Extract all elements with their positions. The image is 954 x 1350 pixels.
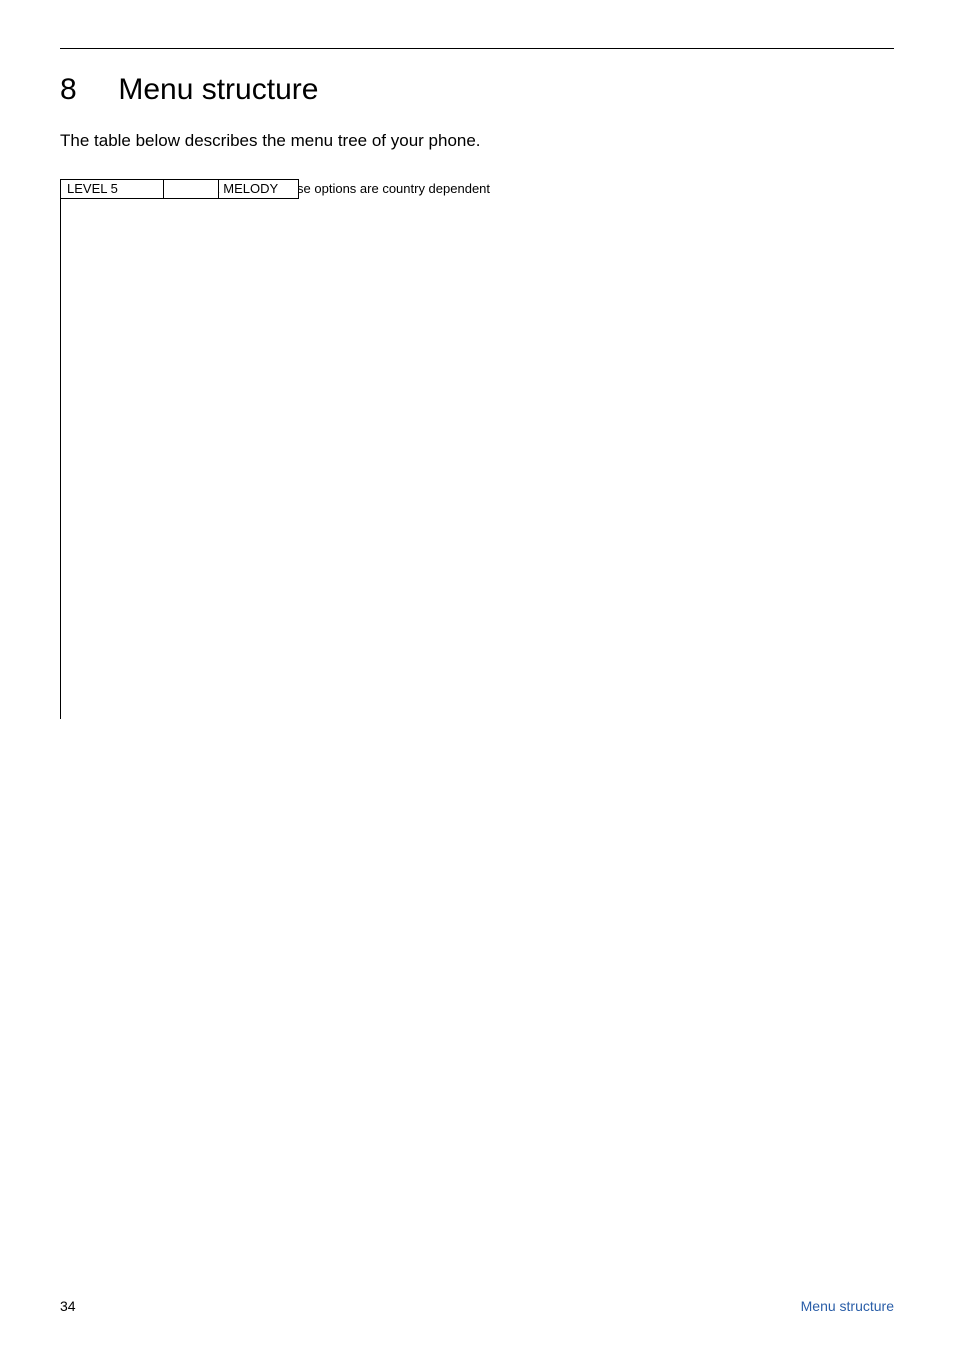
section-heading: 8 Menu structure — [60, 73, 894, 107]
section-number: 8 — [60, 73, 110, 107]
page-footer: 34 Menu structure — [60, 1298, 894, 1314]
item-level5: LEVEL 5 — [60, 179, 164, 199]
footer-label: Menu structure — [801, 1298, 894, 1314]
top-rule — [60, 48, 894, 49]
page-number: 34 — [60, 1298, 76, 1314]
section-title: Menu structure — [118, 73, 318, 106]
menu-tree: PHONEBOOK CLOCK&ALARM PERSONAL SET NEW E… — [60, 179, 894, 1219]
intro-text: The table below describes the menu tree … — [60, 131, 894, 151]
